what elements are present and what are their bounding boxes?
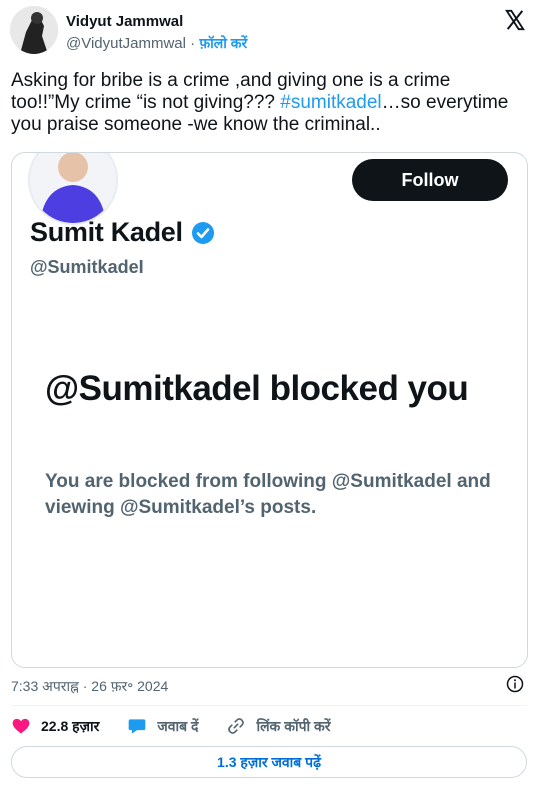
media-profile-name: Sumit Kadel: [30, 217, 215, 248]
link-icon: [228, 718, 245, 734]
author-name[interactable]: Vidyut Jammwal: [66, 13, 183, 30]
follow-link[interactable]: फ़ॉलो करें: [199, 35, 247, 51]
media-profile-avatar: [28, 153, 118, 225]
reply-label: जवाब दें: [157, 717, 199, 734]
media-follow-button: Follow: [352, 159, 508, 201]
author-handle[interactable]: @VidyutJammwal: [66, 35, 186, 52]
action-bar: 22.8 हज़ार जवाब दें लिंक कॉपी करें: [11, 714, 359, 738]
media-profile-name-text: Sumit Kadel: [30, 217, 183, 247]
tweet-timestamp[interactable]: 7:33 अपराह्न · 26 फ़र॰ 2024: [11, 677, 168, 696]
separator: ·: [190, 35, 196, 52]
like-button[interactable]: 22.8 हज़ार: [11, 716, 99, 736]
author-avatar[interactable]: [10, 6, 58, 54]
media-blocked-title: @Sumitkadel blocked you: [45, 369, 469, 408]
tweet-text: Asking for bribe is a crime ,and giving …: [11, 70, 511, 136]
verified-badge-icon: [191, 221, 214, 244]
like-count: 22.8 हज़ार: [41, 717, 100, 734]
tweet-header: Vidyut Jammwal @VidyutJammwal · फ़ॉलो कर…: [10, 6, 528, 56]
reply-bubble-icon: [128, 719, 146, 734]
info-icon[interactable]: [506, 675, 524, 693]
media-blocked-subtitle: You are blocked from following @Sumitkad…: [45, 471, 491, 518]
copy-link-label: लिंक कॉपी करें: [256, 717, 331, 734]
x-logo-icon[interactable]: [504, 9, 526, 31]
reply-button[interactable]: जवाब दें: [127, 716, 198, 736]
heart-icon: [12, 718, 30, 734]
media-profile-handle: @SumitkadeI: [30, 257, 144, 277]
hashtag-link[interactable]: #sumitkadel: [280, 92, 381, 113]
copy-link-button[interactable]: लिंक कॉपी करें: [226, 716, 331, 736]
divider: [11, 705, 527, 706]
media-image[interactable]: Follow Sumit Kadel @SumitkadeI @Sumitkad…: [11, 152, 528, 668]
author-handle-line: @VidyutJammwal · फ़ॉलो करें: [66, 34, 247, 53]
read-replies-button[interactable]: 1.3 हज़ार जवाब पढ़ें: [11, 746, 527, 778]
